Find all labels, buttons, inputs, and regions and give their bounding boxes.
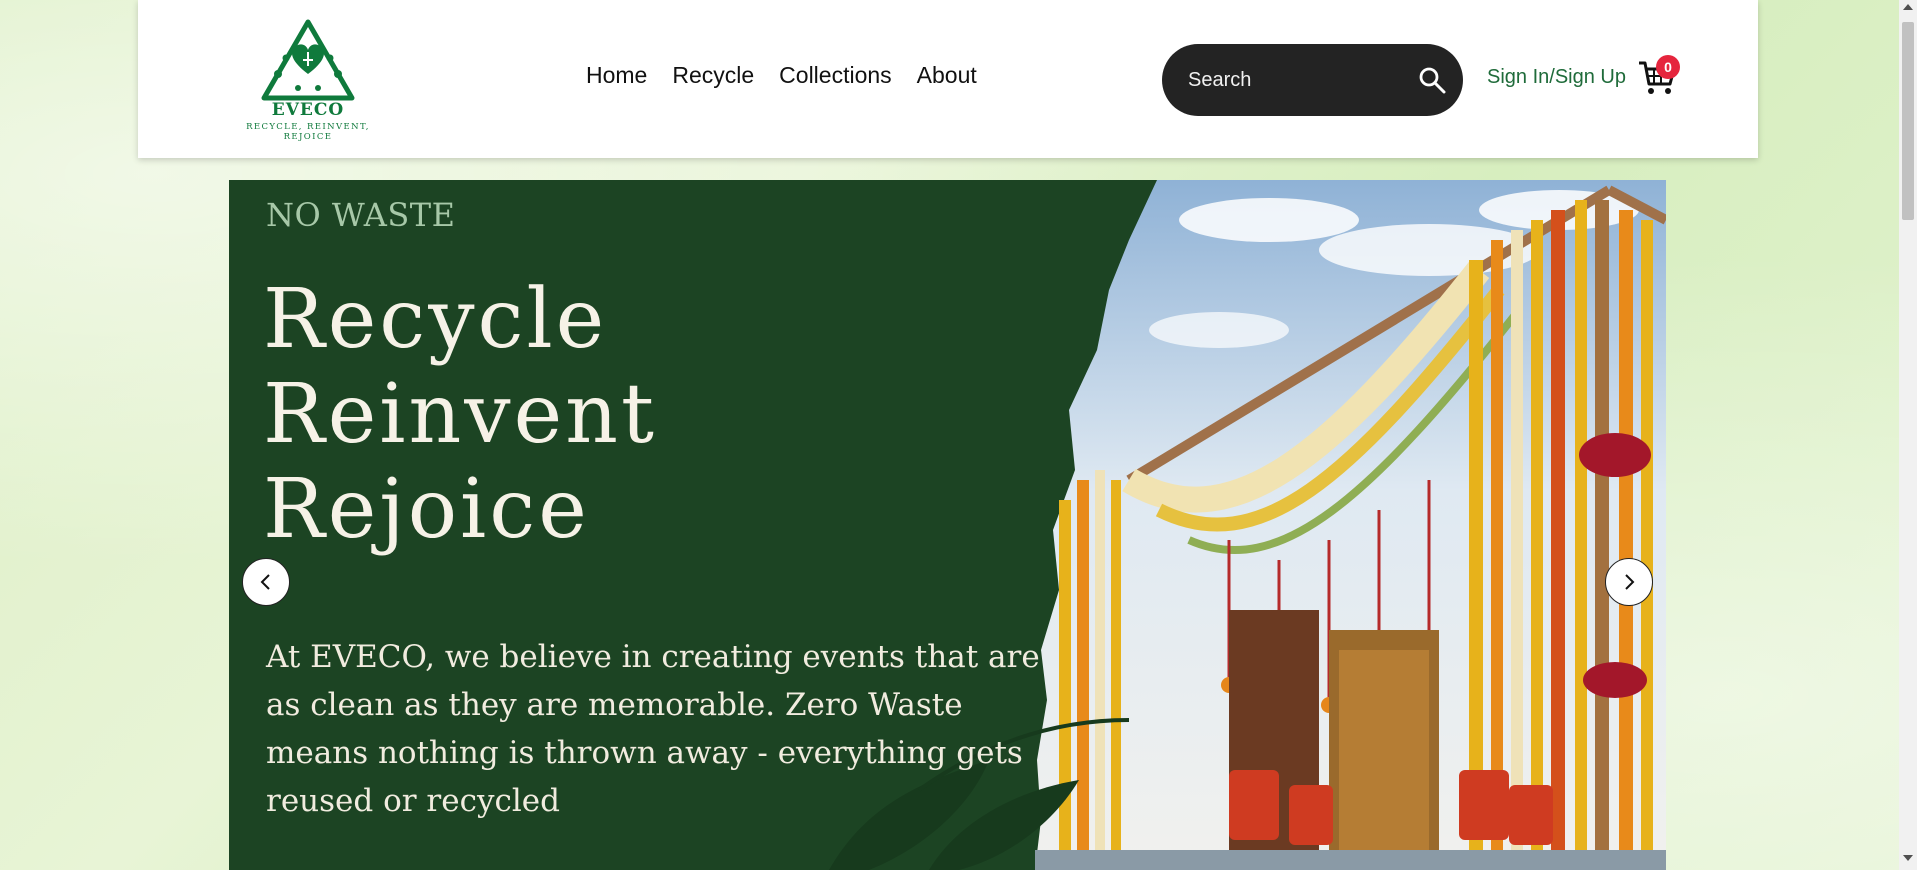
logo-name: EVECO	[271, 100, 345, 120]
nav-recycle[interactable]: Recycle	[672, 62, 754, 89]
main-nav: Home Recycle Collections About	[586, 62, 977, 89]
site-header: EVECO RECYCLE, REINVENT, REJOICE Home Re…	[138, 0, 1758, 158]
search-input[interactable]	[1188, 44, 1398, 116]
hero-eyebrow: NO WASTE	[266, 196, 456, 234]
logo[interactable]: EVECO RECYCLE, REINVENT, REJOICE	[222, 18, 394, 142]
scroll-thumb[interactable]	[1902, 22, 1914, 220]
headline-line: Rejoice	[263, 462, 590, 557]
carousel-next-button[interactable]	[1605, 558, 1653, 606]
nav-home[interactable]: Home	[586, 62, 647, 89]
logo-tagline: RECYCLE, REINVENT, REJOICE	[246, 122, 370, 142]
hero-headline: Recycle Reinvent Rejoice	[263, 272, 657, 557]
signin-link[interactable]: Sign In/Sign Up	[1487, 66, 1626, 89]
search-bar	[1162, 44, 1463, 116]
search-icon[interactable]	[1418, 66, 1446, 94]
headline-line: Recycle	[263, 272, 608, 367]
nav-about[interactable]: About	[917, 62, 977, 89]
headline-line: Reinvent	[263, 367, 657, 462]
scroll-down-arrow[interactable]	[1903, 855, 1913, 861]
carousel-prev-button[interactable]	[242, 558, 290, 606]
page-scrollbar[interactable]	[1899, 0, 1917, 870]
cart-count-badge: 0	[1656, 55, 1680, 79]
scroll-up-arrow[interactable]	[1903, 4, 1913, 10]
recycle-heart-logo-icon	[261, 19, 355, 101]
hero-banner: NO WASTE Recycle Reinvent Rejoice At EVE…	[229, 180, 1666, 870]
hero-description: At EVECO, we believe in creating events …	[266, 639, 1040, 819]
chevron-left-icon	[260, 574, 270, 590]
chevron-right-icon	[1625, 574, 1635, 590]
nav-collections[interactable]: Collections	[779, 62, 892, 89]
